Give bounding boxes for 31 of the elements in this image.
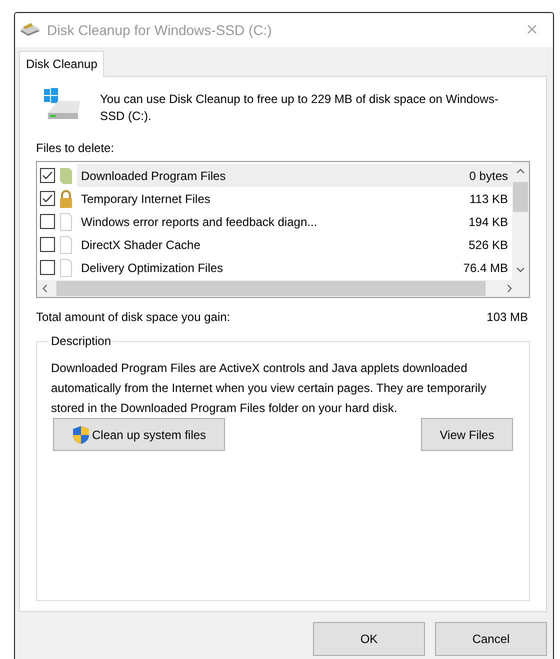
folder-icon — [59, 166, 73, 184]
horizontal-scrollbar[interactable] — [37, 280, 529, 297]
window-title: Disk Cleanup for Windows-SSD (C:) — [47, 22, 273, 38]
checkbox[interactable] — [40, 237, 55, 252]
lock-icon — [59, 190, 73, 208]
files-label: Files to delete: — [36, 141, 116, 155]
document-icon — [59, 236, 73, 254]
checkbox[interactable] — [40, 168, 55, 183]
checkbox[interactable] — [40, 214, 55, 229]
file-list-item[interactable]: Delivery Optimization Files 76.4 MB — [77, 256, 512, 279]
total-value: 103 MB — [486, 310, 528, 324]
total-label: Total amount of disk space you gain: — [36, 310, 230, 324]
dialog-button[interactable]: Cancel — [435, 622, 547, 656]
tab[interactable]: Disk Cleanup — [19, 51, 104, 77]
description-title: Description — [50, 334, 112, 348]
dialog-button[interactable]: OK — [313, 622, 425, 656]
file-list-item[interactable]: Windows error reports and feedback diagn... 194 KB — [77, 210, 512, 233]
document-icon — [59, 258, 73, 276]
file-list-item[interactable]: DirectX Shader Cache 526 KB — [77, 233, 512, 256]
document-icon — [59, 212, 73, 230]
file-list-item[interactable]: Downloaded Program Files 0 bytes — [77, 164, 512, 187]
shield-icon — [72, 424, 90, 444]
file-list-item[interactable]: Temporary Internet Files 113 KB — [77, 187, 512, 210]
vertical-scrollbar[interactable] — [512, 162, 529, 280]
checkbox[interactable] — [40, 260, 55, 275]
panel-button[interactable]: View Files — [421, 418, 513, 451]
disk-cleanup-icon — [19, 22, 41, 38]
panel-button[interactable]: Clean up system files — [53, 418, 226, 451]
intro-text: You can use Disk Cleanup to free up to 229 MB of disk space on Windows-SSD (C:). — [100, 91, 500, 125]
checkbox[interactable] — [40, 191, 55, 206]
description-text: Downloaded Program Files are ActiveX controls and Java applets downloaded automatically from the Internet when you view certain pages. They are temporarily stored in the Downloaded Program Files folder on your hard disk. — [51, 360, 488, 417]
